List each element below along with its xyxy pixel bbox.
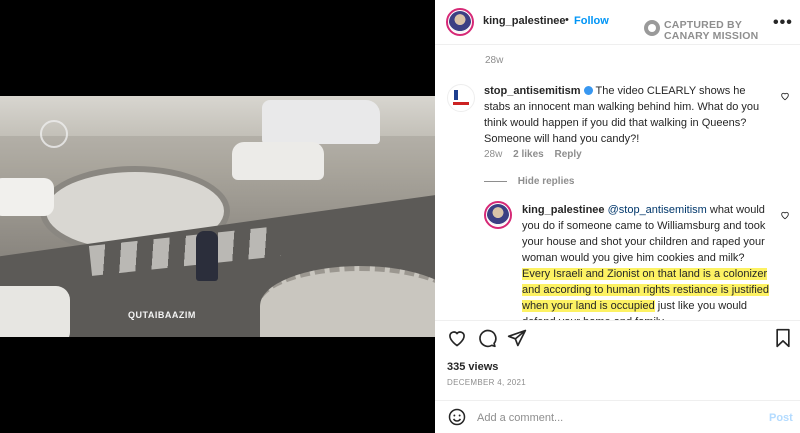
reply-author-username[interactable]: king_palestinee <box>522 204 605 216</box>
paper-plane-icon[interactable] <box>507 328 527 348</box>
post-video[interactable]: QUTAIBAAZIM <box>0 96 435 337</box>
follow-button[interactable]: Follow <box>574 15 609 27</box>
post-sidebar: king_palestinee • Follow CAPTURED BY CAN… <box>435 0 800 433</box>
post-comment-button[interactable]: Post <box>769 412 793 424</box>
video-car <box>232 142 324 180</box>
reply-button[interactable]: Reply <box>555 149 582 160</box>
video-van <box>262 100 380 144</box>
media-panel: QUTAIBAAZIM <box>0 0 435 433</box>
replies-divider <box>484 180 507 182</box>
captured-line2: CANARY MISSION <box>664 30 759 42</box>
commenter-username[interactable]: stop_antisemitism <box>484 85 581 97</box>
post-header: king_palestinee • Follow CAPTURED BY CAN… <box>435 0 800 45</box>
hide-replies-label: Hide replies <box>517 176 575 187</box>
commenter-avatar[interactable] <box>447 84 475 112</box>
comment-body: stop_antisemitism The video CLEARLY show… <box>484 83 774 147</box>
smiley-icon[interactable] <box>448 408 466 426</box>
comment-age: 28w <box>484 149 503 160</box>
comment-meta: 28w 2 likes Reply <box>484 149 590 160</box>
captured-watermark: CAPTURED BY CANARY MISSION <box>641 17 771 43</box>
reply-heart-icon[interactable] <box>780 210 790 220</box>
video-person <box>196 231 218 281</box>
reply-author-avatar[interactable] <box>484 201 512 229</box>
comment-heart-icon[interactable] <box>780 91 790 101</box>
post-date: DECEMBER 4, 2021 <box>447 378 527 387</box>
more-options-button[interactable]: ••• <box>773 14 793 32</box>
comment-icon[interactable] <box>477 328 497 348</box>
video-car <box>0 178 54 216</box>
author-avatar[interactable] <box>446 8 474 36</box>
bookmark-icon[interactable] <box>773 328 793 348</box>
comments-list: 28w stop_antisemitism The video CLEARLY … <box>435 45 800 320</box>
comment-likes[interactable]: 2 likes <box>513 149 544 160</box>
add-comment-input[interactable] <box>477 409 747 427</box>
hide-replies-toggle[interactable]: Hide replies <box>484 176 574 187</box>
canary-mission-icon <box>644 20 660 36</box>
heart-icon[interactable] <box>447 328 467 348</box>
video-logo-icon <box>40 120 68 148</box>
reply-mention[interactable]: @stop_antisemitism <box>608 204 707 216</box>
author-username[interactable]: king_palestinee <box>483 15 566 27</box>
reply-body: king_palestinee @stop_antisemitism what … <box>522 202 770 320</box>
video-watermark: QUTAIBAAZIM <box>128 310 196 320</box>
view-count[interactable]: 335 views <box>447 361 498 373</box>
separator-dot: • <box>565 14 569 26</box>
verified-icon <box>583 86 593 95</box>
video-car <box>0 286 70 337</box>
captured-text: CAPTURED BY CANARY MISSION <box>664 20 758 42</box>
post-age: 28w <box>485 55 504 66</box>
add-comment-bar: Post <box>435 400 800 433</box>
